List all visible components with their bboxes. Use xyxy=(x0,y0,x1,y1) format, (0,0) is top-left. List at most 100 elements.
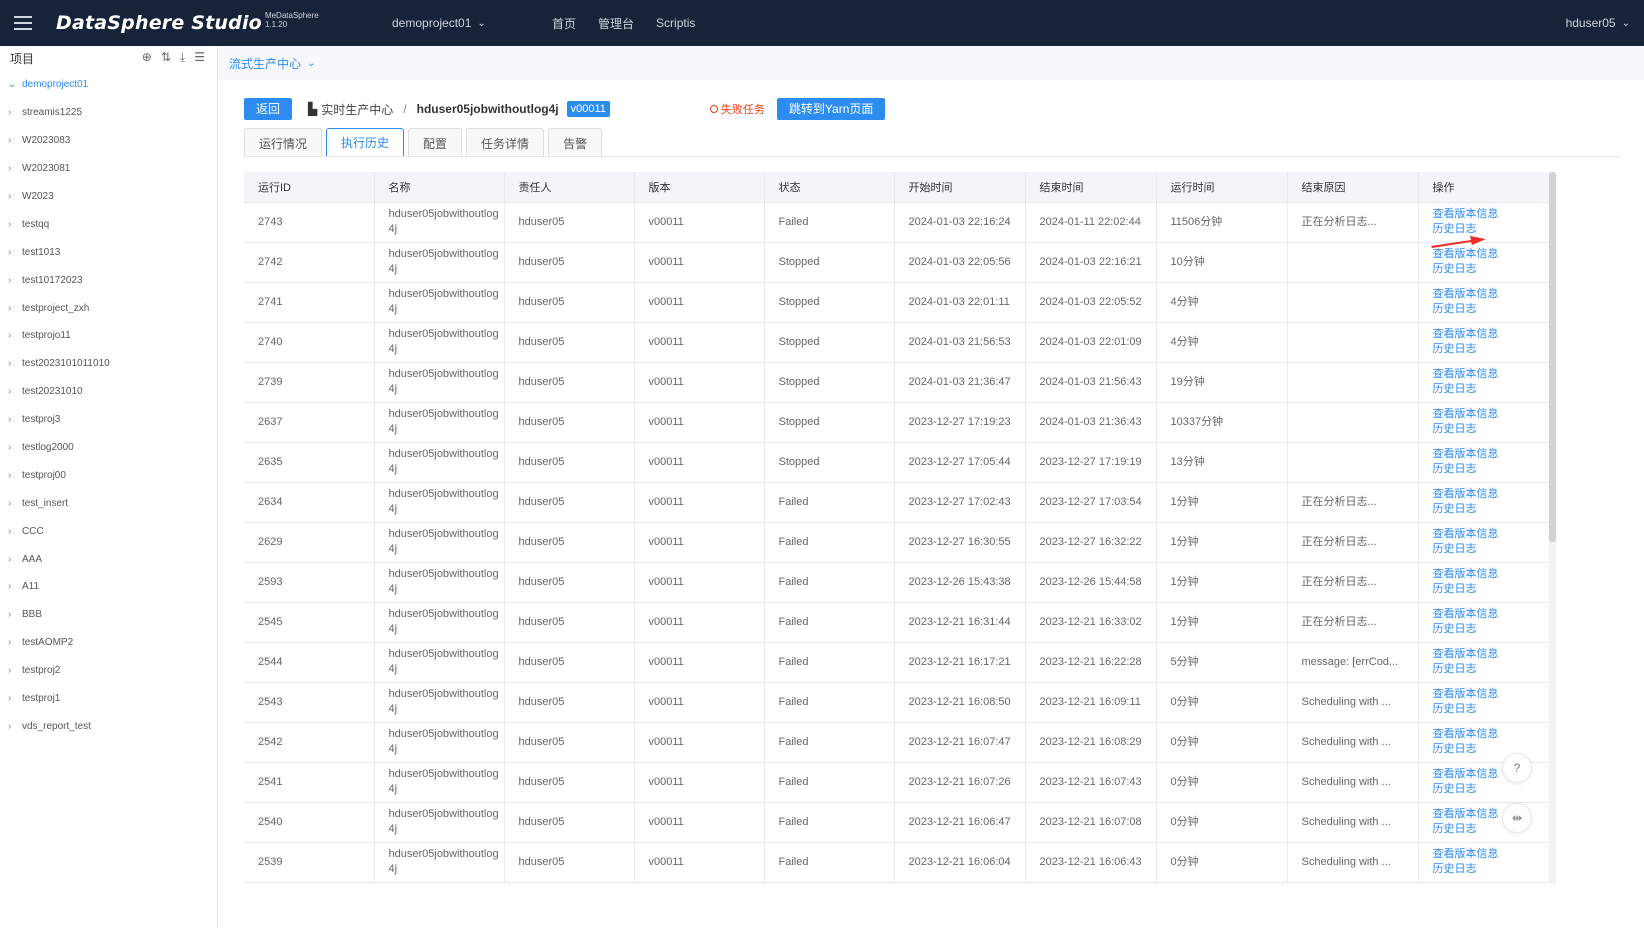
chevron-right-icon[interactable]: › xyxy=(8,693,22,704)
chevron-right-icon[interactable]: › xyxy=(8,637,22,648)
chevron-right-icon[interactable]: › xyxy=(8,303,22,314)
add-icon[interactable]: ⊕ xyxy=(142,50,152,65)
chevron-right-icon[interactable]: › xyxy=(8,219,22,230)
nav-admin[interactable]: 管理台 xyxy=(598,15,634,32)
view-version-link[interactable]: 查看版本信息 xyxy=(1433,207,1549,222)
subheader[interactable]: 流式生产中心 ⌄ xyxy=(219,46,1644,80)
view-version-link[interactable]: 查看版本信息 xyxy=(1433,367,1549,382)
view-version-link[interactable]: 查看版本信息 xyxy=(1433,727,1549,742)
sidebar-item[interactable]: ⌄ demoproject01 xyxy=(0,71,217,99)
sidebar-item[interactable]: › test_insert xyxy=(0,489,217,517)
tab-task-detail[interactable]: 任务详情 xyxy=(466,128,545,157)
sidebar-item[interactable]: › testqq xyxy=(0,210,217,238)
view-version-link[interactable]: 查看版本信息 xyxy=(1433,407,1549,422)
sidebar-item[interactable]: › testprojo11 xyxy=(0,322,217,350)
history-log-link[interactable]: 历史日志 xyxy=(1433,502,1549,517)
view-version-link[interactable]: 查看版本信息 xyxy=(1433,527,1549,542)
chevron-right-icon[interactable]: › xyxy=(8,163,22,174)
tab-config[interactable]: 配置 xyxy=(408,128,463,157)
expand-icon[interactable]: ⇹ xyxy=(1502,803,1532,833)
history-log-link[interactable]: 历史日志 xyxy=(1433,622,1549,637)
sidebar-item[interactable]: › test2023101011010 xyxy=(0,350,217,378)
history-log-link[interactable]: 历史日志 xyxy=(1433,342,1549,357)
sidebar-item[interactable]: › W2023081 xyxy=(0,155,217,183)
collapse-icon[interactable]: ☰ xyxy=(194,50,205,65)
sidebar-item[interactable]: › W2023083 xyxy=(0,127,217,155)
chevron-right-icon[interactable]: › xyxy=(8,721,22,732)
chevron-right-icon[interactable]: › xyxy=(8,330,22,341)
history-log-link[interactable]: 历史日志 xyxy=(1433,862,1549,877)
chevron-right-icon[interactable]: › xyxy=(8,414,22,425)
history-log-link[interactable]: 历史日志 xyxy=(1433,582,1549,597)
help-icon[interactable]: ? xyxy=(1502,753,1532,783)
sort-icon[interactable]: ⇅ xyxy=(161,50,171,65)
chevron-right-icon[interactable]: › xyxy=(8,275,22,286)
chevron-right-icon[interactable]: › xyxy=(8,135,22,146)
failed-task-link[interactable]: 失败任务 xyxy=(709,101,765,117)
sidebar-item[interactable]: › testproj2 xyxy=(0,657,217,685)
view-version-link[interactable]: 查看版本信息 xyxy=(1433,567,1549,582)
import-icon[interactable]: ⤓ xyxy=(180,50,185,65)
view-version-link[interactable]: 查看版本信息 xyxy=(1433,247,1549,262)
sidebar-item[interactable]: › test20231010 xyxy=(0,378,217,406)
history-log-link[interactable]: 历史日志 xyxy=(1433,822,1549,837)
chevron-right-icon[interactable]: › xyxy=(8,470,22,481)
view-version-link[interactable]: 查看版本信息 xyxy=(1433,327,1549,342)
chevron-down-icon[interactable]: ⌄ xyxy=(8,79,22,90)
nav-scriptis[interactable]: Scriptis xyxy=(656,16,695,30)
sidebar-item[interactable]: › testproj1 xyxy=(0,685,217,713)
chevron-right-icon[interactable]: › xyxy=(8,498,22,509)
tab-run-status[interactable]: 运行情况 xyxy=(244,128,323,157)
project-selector[interactable]: demoproject01 ⌄ xyxy=(392,0,486,46)
sidebar-item[interactable]: › W2023 xyxy=(0,183,217,211)
chevron-right-icon[interactable]: › xyxy=(8,609,22,620)
nav-home[interactable]: 首页 xyxy=(552,15,576,32)
sidebar-item[interactable]: › test10172023 xyxy=(0,266,217,294)
yarn-button[interactable]: 跳转到Yarn页面 xyxy=(776,98,886,120)
tab-alert[interactable]: 告警 xyxy=(548,128,603,157)
chevron-right-icon[interactable]: › xyxy=(8,665,22,676)
sidebar-item[interactable]: › testproject_zxh xyxy=(0,294,217,322)
sidebar-item[interactable]: › testproj00 xyxy=(0,461,217,489)
sidebar-item[interactable]: › AAA xyxy=(0,545,217,573)
chevron-right-icon[interactable]: › xyxy=(8,191,22,202)
history-log-link[interactable]: 历史日志 xyxy=(1433,382,1549,397)
chevron-right-icon[interactable]: › xyxy=(8,526,22,537)
chevron-right-icon[interactable]: › xyxy=(8,581,22,592)
sidebar-item[interactable]: › testproj3 xyxy=(0,406,217,434)
sidebar-item[interactable]: › streamis1225 xyxy=(0,99,217,127)
history-log-link[interactable]: 历史日志 xyxy=(1433,662,1549,677)
history-log-link[interactable]: 历史日志 xyxy=(1433,302,1549,317)
sidebar-item[interactable]: › BBB xyxy=(0,601,217,629)
sidebar-item[interactable]: › testAOMP2 xyxy=(0,629,217,657)
history-log-link[interactable]: 历史日志 xyxy=(1433,782,1549,797)
menu-icon[interactable] xyxy=(0,0,46,46)
history-log-link[interactable]: 历史日志 xyxy=(1433,742,1549,757)
sidebar-item[interactable]: › vds_report_test xyxy=(0,712,217,740)
history-log-link[interactable]: 历史日志 xyxy=(1433,462,1549,477)
crumb-root[interactable]: 实时生产中心 xyxy=(321,101,393,118)
history-log-link[interactable]: 历史日志 xyxy=(1433,262,1549,277)
app-brand[interactable]: DataSphere Studio xyxy=(56,12,262,34)
chevron-right-icon[interactable]: › xyxy=(8,386,22,397)
view-version-link[interactable]: 查看版本信息 xyxy=(1433,607,1549,622)
view-version-link[interactable]: 查看版本信息 xyxy=(1433,447,1549,462)
chevron-right-icon[interactable]: › xyxy=(8,554,22,565)
sidebar-item[interactable]: › CCC xyxy=(0,517,217,545)
tab-exec-history[interactable]: 执行历史 xyxy=(326,128,405,157)
sidebar-item[interactable]: › testlog2000 xyxy=(0,434,217,462)
chevron-right-icon[interactable]: › xyxy=(8,358,22,369)
table-scrollbar[interactable] xyxy=(1549,172,1556,884)
view-version-link[interactable]: 查看版本信息 xyxy=(1433,687,1549,702)
history-log-link[interactable]: 历史日志 xyxy=(1433,702,1549,717)
history-log-link[interactable]: 历史日志 xyxy=(1433,422,1549,437)
user-menu[interactable]: hduser05 ⌄ xyxy=(1566,0,1630,46)
scrollbar-thumb[interactable] xyxy=(1549,172,1556,542)
chevron-right-icon[interactable]: › xyxy=(8,442,22,453)
view-version-link[interactable]: 查看版本信息 xyxy=(1433,847,1549,862)
back-button[interactable]: 返回 xyxy=(244,98,293,120)
chevron-right-icon[interactable]: › xyxy=(8,107,22,118)
view-version-link[interactable]: 查看版本信息 xyxy=(1433,647,1549,662)
view-version-link[interactable]: 查看版本信息 xyxy=(1433,287,1549,302)
history-log-link[interactable]: 历史日志 xyxy=(1433,542,1549,557)
